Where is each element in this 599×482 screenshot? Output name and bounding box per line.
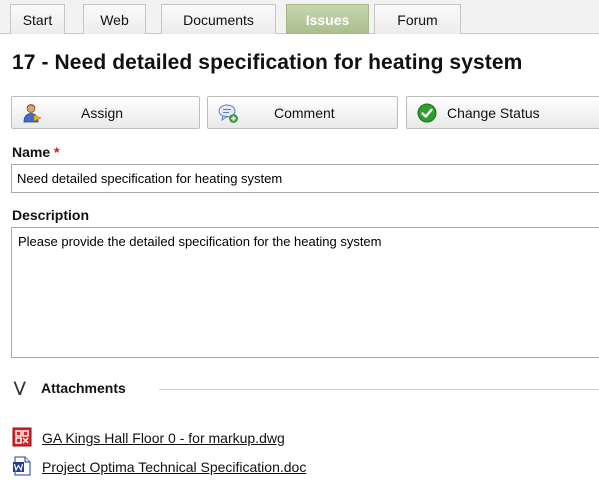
comment-button-label: Comment xyxy=(274,105,335,121)
description-label: Description xyxy=(12,207,90,223)
section-divider xyxy=(159,389,599,390)
description-field[interactable]: Please provide the detailed specificatio… xyxy=(11,227,599,358)
comment-add-icon xyxy=(218,104,238,123)
assign-button[interactable]: Assign xyxy=(11,96,200,129)
attachments-section-header[interactable]: ⋁ Attachments xyxy=(14,378,599,398)
tab-documents[interactable]: Documents xyxy=(161,4,276,34)
dwg-file-icon xyxy=(12,427,32,447)
comment-button[interactable]: Comment xyxy=(207,96,398,129)
tab-start[interactable]: Start xyxy=(10,4,65,34)
collapse-chevron-icon[interactable]: ⋁ xyxy=(14,379,25,396)
attachment-link[interactable]: GA Kings Hall Floor 0 - for markup.dwg xyxy=(42,430,285,446)
assign-user-icon xyxy=(23,104,42,123)
name-field[interactable]: Need detailed specification for heating … xyxy=(11,164,599,193)
required-marker: * xyxy=(54,144,60,160)
tab-forum[interactable]: Forum xyxy=(374,4,461,34)
change-status-button-label: Change Status xyxy=(447,105,540,121)
tab-web[interactable]: Web xyxy=(83,4,146,34)
tab-issues[interactable]: Issues xyxy=(286,4,369,34)
page-title: 17 - Need detailed specification for hea… xyxy=(12,51,523,74)
name-label: Name * xyxy=(12,144,59,160)
check-circle-icon xyxy=(417,103,437,123)
attachment-link[interactable]: Project Optima Technical Specification.d… xyxy=(42,459,306,475)
tab-bar: Start Web Documents Issues Forum xyxy=(0,0,599,34)
word-doc-icon xyxy=(13,456,31,476)
attachments-title: Attachments xyxy=(41,380,126,396)
name-label-text: Name xyxy=(12,144,51,160)
change-status-button[interactable]: Change Status xyxy=(406,96,599,129)
assign-button-label: Assign xyxy=(81,105,124,121)
